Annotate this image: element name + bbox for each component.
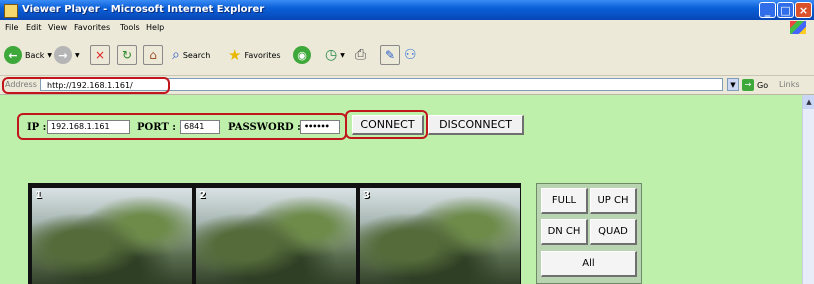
port-input[interactable]: 6841 [180, 120, 220, 134]
windows-logo-icon [790, 21, 806, 34]
dropdown-arrow-icon: ▼ [340, 51, 345, 59]
refresh-button[interactable]: ↻ [117, 44, 137, 66]
menu-help[interactable]: Help [146, 23, 164, 32]
history-button[interactable]: ◷ ▼ [325, 44, 345, 66]
ip-label: IP : [27, 122, 47, 133]
star-icon: ★ [228, 46, 242, 64]
address-bar: Address http://192.168.1.161/ ▼ → Go Lin… [0, 76, 814, 95]
password-input[interactable]: •••••• [300, 120, 340, 134]
home-icon: ⌂ [143, 45, 163, 65]
full-button[interactable]: FULL [541, 188, 588, 214]
minimize-button[interactable]: _ [759, 2, 776, 18]
back-arrow-icon: ← [4, 46, 22, 64]
menu-edit[interactable]: Edit [26, 23, 42, 32]
video-channel-3[interactable]: 3 [360, 188, 520, 284]
toolbar: ← Back ▼ → ▼ × ↻ ⌂ ⌕ Search ★ Favorites … [0, 35, 814, 76]
channel-number: 3 [363, 190, 370, 201]
video-channel-2[interactable]: 2 [196, 188, 356, 284]
quad-button[interactable]: QUAD [590, 219, 637, 245]
address-label: Address [5, 80, 37, 89]
port-label: PORT : [137, 122, 176, 133]
messenger-button[interactable]: ⚇ [404, 44, 417, 66]
all-button[interactable]: All [541, 251, 637, 277]
print-icon: ⎙ [355, 47, 367, 63]
menu-favorites[interactable]: Favorites [74, 23, 110, 32]
close-button[interactable]: × [795, 2, 812, 18]
home-button[interactable]: ⌂ [143, 44, 163, 66]
ip-input[interactable]: 192.168.1.161 [47, 120, 130, 134]
page-content: IP : 192.168.1.161 PORT : 6841 PASSWORD … [0, 95, 802, 284]
title-bar: Viewer Player - Microsoft Internet Explo… [0, 0, 814, 20]
ie-icon [4, 4, 18, 18]
stop-icon: × [90, 45, 110, 65]
up-ch-button[interactable]: UP CH [590, 188, 637, 214]
maximize-button[interactable]: □ [777, 2, 794, 18]
back-button[interactable]: ← Back ▼ [4, 44, 52, 66]
forward-button[interactable]: → ▼ [54, 44, 80, 66]
dropdown-arrow-icon: ▼ [75, 51, 80, 59]
video-channel-1[interactable]: 1 [32, 188, 192, 284]
connect-button[interactable]: CONNECT [352, 115, 424, 135]
password-label: PASSWORD : [228, 122, 301, 133]
search-button[interactable]: ⌕ Search [172, 44, 210, 66]
go-arrow-icon: → [742, 79, 754, 91]
favorites-label: Favorites [244, 50, 281, 60]
history-icon: ◷ [325, 47, 338, 63]
back-label: Back [25, 50, 45, 60]
scroll-up-icon[interactable]: ▲ [803, 95, 814, 109]
search-label: Search [182, 50, 211, 60]
go-button[interactable]: → Go [742, 79, 768, 91]
video-display: 1 2 3 [28, 183, 521, 284]
dropdown-arrow-icon: ▼ [47, 51, 53, 59]
messenger-icon: ⚇ [404, 47, 417, 63]
refresh-icon: ↻ [117, 45, 137, 65]
edit-icon: ✎ [380, 45, 400, 65]
disconnect-button[interactable]: DISCONNECT [428, 115, 524, 135]
channel-number: 1 [35, 190, 42, 201]
dn-ch-button[interactable]: DN CH [541, 219, 588, 245]
media-icon: ◉ [293, 46, 311, 64]
address-input[interactable]: http://192.168.1.161/ [40, 78, 723, 91]
menu-file[interactable]: File [5, 23, 18, 32]
channel-control-panel: FULL UP CH DN CH QUAD All [536, 183, 642, 284]
window-title: Viewer Player - Microsoft Internet Explo… [22, 4, 265, 15]
media-button[interactable]: ◉ [293, 44, 311, 66]
go-label: Go [757, 80, 769, 90]
forward-arrow-icon: → [54, 46, 72, 64]
address-dropdown-icon[interactable]: ▼ [727, 78, 739, 91]
search-icon: ⌕ [172, 47, 180, 63]
links-button[interactable]: Links [779, 80, 800, 89]
channel-number: 2 [199, 190, 206, 201]
stop-button[interactable]: × [90, 44, 110, 66]
menu-tools[interactable]: Tools [120, 23, 140, 32]
edit-button[interactable]: ✎ [380, 44, 400, 66]
menu-view[interactable]: View [48, 23, 67, 32]
favorites-button[interactable]: ★ Favorites [228, 44, 281, 66]
print-button[interactable]: ⎙ [355, 44, 366, 66]
vertical-scrollbar[interactable]: ▲ [802, 95, 814, 284]
menu-bar: File Edit View Favorites Tools Help [0, 20, 814, 36]
